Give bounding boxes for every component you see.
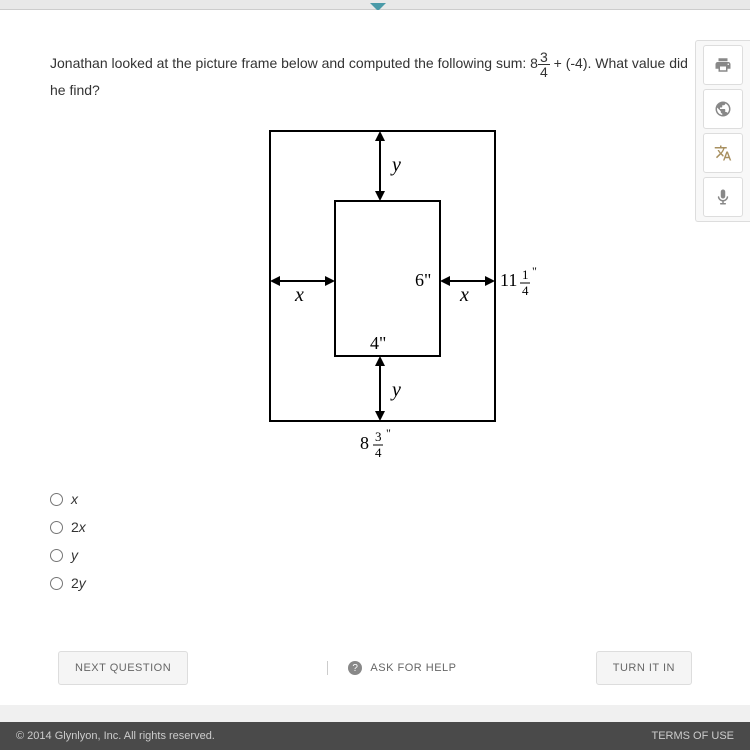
svg-text:y: y [390,154,401,176]
svg-text:1: 1 [522,267,529,282]
next-question-button[interactable]: NEXT QUESTION [58,651,188,685]
svg-text:4: 4 [522,283,529,298]
turn-it-in-button[interactable]: TURN IT IN [596,651,692,685]
mic-button[interactable] [703,177,743,217]
svg-text:6": 6" [415,270,431,290]
tool-sidebar [695,40,750,222]
option-radio-2y[interactable] [50,577,63,590]
svg-text:x: x [459,284,469,306]
ask-for-help-button[interactable]: ? ASK FOR HELP [327,661,456,675]
translate-icon [714,144,732,162]
globe-button[interactable] [703,89,743,129]
question-fraction: 34 [538,50,550,79]
main-content: Jonathan looked at the picture frame bel… [0,10,750,705]
svg-text:8: 8 [360,433,369,453]
mic-icon [714,188,732,206]
print-button[interactable] [703,45,743,85]
globe-icon [714,100,732,118]
svg-text:": " [386,426,391,440]
option-var-1: x [79,519,86,535]
question-text: Jonathan looked at the picture frame bel… [50,50,700,101]
svg-text:11: 11 [500,270,517,290]
question-mark-icon: ? [348,661,362,675]
picture-frame-diagram: y y x x 6" 4" 11 1 4 " 8 3 4 " [210,121,540,461]
svg-text:4: 4 [375,445,382,460]
svg-text:4": 4" [370,333,386,353]
ask-help-label: ASK FOR HELP [370,662,456,674]
option-var-3: y [79,575,86,591]
option-2x[interactable]: 2x [50,519,700,535]
option-var-2: y [71,547,78,563]
terms-link[interactable]: TERMS OF USE [651,730,734,742]
option-x[interactable]: x [50,491,700,507]
option-prefix-1: 2 [71,519,79,535]
button-row: NEXT QUESTION ? ASK FOR HELP TURN IT IN [50,651,700,685]
print-icon [714,56,732,74]
option-prefix-3: 2 [71,575,79,591]
svg-text:y: y [390,379,401,401]
translate-button[interactable] [703,133,743,173]
option-radio-y[interactable] [50,549,63,562]
svg-text:x: x [294,284,304,306]
svg-text:": " [532,264,537,278]
svg-text:3: 3 [375,429,382,444]
question-prefix: Jonathan looked at the picture frame bel… [50,55,538,71]
copyright-text: © 2014 Glynlyon, Inc. All rights reserve… [16,730,215,742]
option-radio-x[interactable] [50,493,63,506]
footer: © 2014 Glynlyon, Inc. All rights reserve… [0,722,750,750]
top-tab-bar [0,0,750,10]
option-2y[interactable]: 2y [50,575,700,591]
option-radio-2x[interactable] [50,521,63,534]
option-y[interactable]: y [50,547,700,563]
answer-options: x 2x y 2y [50,491,700,591]
option-var-0: x [71,491,78,507]
